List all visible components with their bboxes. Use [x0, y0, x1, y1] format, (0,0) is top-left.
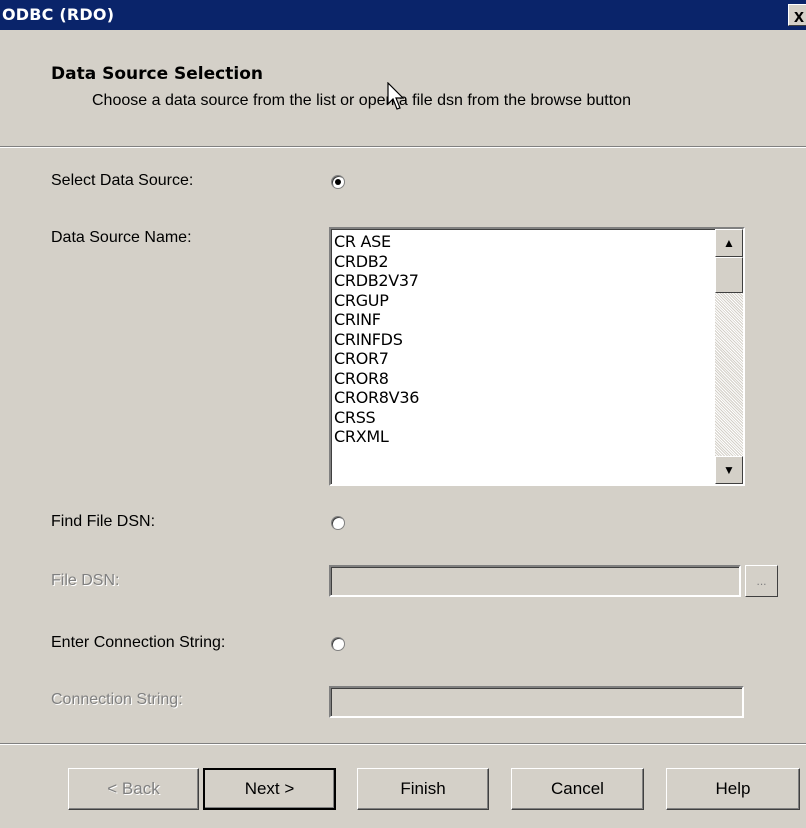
browse-button[interactable]: ... [745, 565, 778, 597]
next-button[interactable]: Next > [203, 768, 336, 810]
window-title: ODBC (RDO) [2, 5, 115, 24]
listbox-scrollbar[interactable]: ▲ ▼ [715, 229, 743, 484]
list-item[interactable]: CROR7 [334, 349, 419, 369]
enter-connection-string-label: Enter Connection String: [51, 634, 226, 651]
list-item[interactable]: CRGUP [334, 291, 419, 311]
list-item[interactable]: CRINFDS [334, 330, 419, 350]
list-item[interactable]: CRDB2 [334, 252, 419, 272]
header-title: Data Source Selection [51, 64, 263, 84]
connection-string-field[interactable] [329, 686, 744, 718]
help-button[interactable]: Help [666, 768, 800, 810]
connection-string-label: Connection String: [51, 691, 183, 708]
title-bar: ODBC (RDO) x [0, 0, 806, 30]
list-item[interactable]: CROR8 [334, 369, 419, 389]
find-file-dsn-label: Find File DSN: [51, 513, 156, 530]
header-divider-highlight [0, 147, 806, 148]
select-data-source-label: Select Data Source: [51, 172, 194, 189]
data-source-list: CR ASE CRDB2 CRDB2V37 CRGUP CRINF CRINFD… [334, 232, 419, 447]
scroll-up-icon[interactable]: ▲ [715, 229, 743, 257]
file-dsn-label: File DSN: [51, 572, 120, 589]
list-item[interactable]: CROR8V36 [334, 388, 419, 408]
radio-selected-dot [335, 179, 341, 185]
list-item[interactable]: CR ASE [334, 232, 419, 252]
scroll-down-icon[interactable]: ▼ [715, 456, 743, 484]
enter-connection-string-radio[interactable] [331, 637, 345, 651]
list-item[interactable]: CRSS [334, 408, 419, 428]
header-subtitle: Choose a data source from the list or op… [92, 92, 631, 109]
list-item[interactable]: CRINF [334, 310, 419, 330]
file-dsn-field[interactable] [329, 565, 741, 597]
back-button[interactable]: < Back [68, 768, 199, 810]
select-data-source-radio[interactable] [331, 175, 345, 189]
data-source-listbox[interactable]: CR ASE CRDB2 CRDB2V37 CRGUP CRINF CRINFD… [329, 227, 745, 486]
close-icon[interactable]: x [788, 4, 806, 26]
find-file-dsn-radio[interactable] [331, 516, 345, 530]
list-item[interactable]: CRDB2V37 [334, 271, 419, 291]
footer-divider-highlight [0, 744, 806, 745]
data-source-name-label: Data Source Name: [51, 229, 192, 246]
list-item[interactable]: CRXML [334, 427, 419, 447]
cancel-button[interactable]: Cancel [511, 768, 644, 810]
mouse-pointer-icon [387, 82, 405, 110]
scrollbar-thumb[interactable] [715, 257, 743, 293]
finish-button[interactable]: Finish [357, 768, 489, 810]
